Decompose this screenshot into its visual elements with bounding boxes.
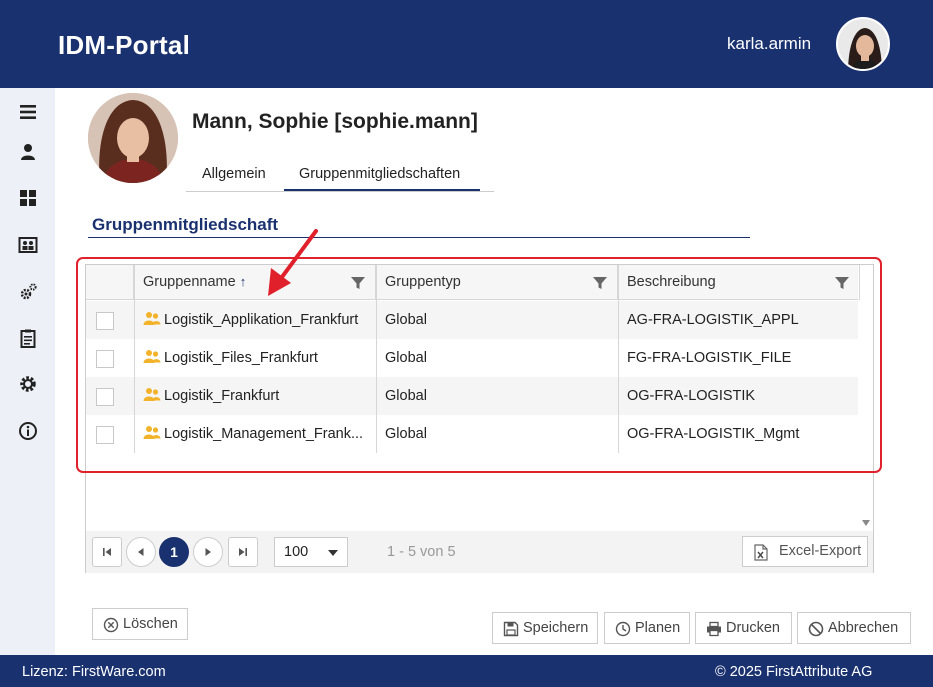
save-button[interactable]: Speichern bbox=[492, 612, 598, 644]
table-row[interactable]: Logistik_Applikation_Frankfurt Global AG… bbox=[86, 301, 858, 339]
info-icon[interactable] bbox=[16, 419, 40, 443]
excel-export-label: Excel-Export bbox=[779, 543, 862, 559]
table-row[interactable]: Logistik_Files_Frankfurt Global FG-FRA-L… bbox=[86, 339, 858, 377]
group-icon bbox=[143, 388, 161, 401]
sidebar bbox=[0, 88, 55, 655]
user-icon[interactable] bbox=[16, 140, 40, 164]
group-icon bbox=[143, 426, 161, 439]
profile-tabs: Allgemein Gruppenmitgliedschaften bbox=[186, 158, 494, 192]
pager: 1 100 1 - 5 von 5 Excel-Export bbox=[86, 531, 873, 573]
cancel-icon bbox=[808, 621, 824, 637]
menu-icon[interactable] bbox=[16, 100, 40, 124]
row-checkbox[interactable] bbox=[96, 388, 114, 406]
user-avatar[interactable] bbox=[836, 17, 890, 71]
section-title: Gruppenmitgliedschaft bbox=[92, 215, 279, 234]
cell-gruppenname: Logistik_Management_Frank... bbox=[164, 426, 364, 442]
sort-ascending-icon[interactable]: ↑ bbox=[240, 274, 247, 289]
section-divider bbox=[88, 237, 750, 238]
delete-label: Löschen bbox=[123, 616, 178, 632]
cell-gruppenname: Logistik_Applikation_Frankfurt bbox=[164, 312, 359, 328]
row-checkbox[interactable] bbox=[96, 350, 114, 368]
table-row[interactable]: Logistik_Frankfurt Global OG-FRA-LOGISTI… bbox=[86, 377, 858, 415]
header-select-column bbox=[86, 265, 134, 300]
next-page-button[interactable] bbox=[193, 537, 223, 567]
plan-button[interactable]: Planen bbox=[604, 612, 690, 644]
first-page-icon bbox=[103, 548, 111, 556]
filter-icon[interactable] bbox=[592, 275, 608, 291]
print-icon bbox=[707, 621, 721, 637]
cancel-label: Abbrechen bbox=[828, 620, 899, 636]
group-icon bbox=[143, 350, 161, 363]
cell-beschreibung: FG-FRA-LOGISTIK_FILE bbox=[627, 350, 792, 366]
column-divider bbox=[376, 265, 377, 453]
last-page-icon bbox=[239, 548, 247, 556]
column-label-gruppentyp[interactable]: Gruppentyp bbox=[385, 274, 461, 290]
print-button[interactable]: Drucken bbox=[695, 612, 792, 644]
clock-icon bbox=[615, 621, 631, 637]
person-name: Mann, Sophie [sophie.mann] bbox=[192, 110, 478, 133]
column-divider bbox=[618, 265, 619, 453]
top-header: IDM-Portal karla.armin bbox=[0, 0, 933, 88]
print-label: Drucken bbox=[726, 620, 780, 636]
next-page-icon bbox=[205, 548, 211, 556]
column-divider bbox=[134, 265, 135, 453]
column-label-beschreibung[interactable]: Beschreibung bbox=[627, 274, 716, 290]
cell-gruppenname: Logistik_Files_Frankfurt bbox=[164, 350, 318, 366]
previous-page-icon bbox=[138, 548, 144, 556]
column-label-gruppenname[interactable]: Gruppenname bbox=[143, 274, 236, 290]
excel-export-button[interactable]: Excel-Export bbox=[742, 536, 868, 567]
page-number-button[interactable]: 1 bbox=[159, 537, 189, 567]
delete-button[interactable]: Löschen bbox=[92, 608, 188, 640]
previous-page-button[interactable] bbox=[126, 537, 156, 567]
column-header-gruppenname[interactable]: Gruppenname ↑ bbox=[134, 265, 376, 300]
cancel-button[interactable]: Abbrechen bbox=[797, 612, 911, 644]
column-header-gruppentyp[interactable]: Gruppentyp bbox=[376, 265, 618, 300]
cell-gruppentyp: Global bbox=[385, 388, 427, 404]
filter-icon[interactable] bbox=[350, 275, 366, 291]
remove-icon bbox=[103, 617, 119, 633]
filter-icon[interactable] bbox=[834, 275, 850, 291]
page-info: 1 - 5 von 5 bbox=[387, 544, 456, 560]
cell-beschreibung: AG-FRA-LOGISTIK_APPL bbox=[627, 312, 799, 328]
copyright-text: © 2025 FirstAttribute AG bbox=[715, 664, 873, 680]
footer: Lizenz: FirstWare.com © 2025 FirstAttrib… bbox=[0, 655, 933, 687]
clipboard-icon[interactable] bbox=[16, 326, 40, 350]
license-text[interactable]: Lizenz: FirstWare.com bbox=[22, 664, 166, 680]
cell-beschreibung: OG-FRA-LOGISTIK_Mgmt bbox=[627, 426, 800, 442]
first-page-button[interactable] bbox=[92, 537, 122, 567]
save-label: Speichern bbox=[523, 620, 589, 636]
settings-gears-icon[interactable] bbox=[16, 280, 40, 304]
page-size-value: 100 bbox=[284, 544, 309, 560]
grid-header: Gruppenname ↑ Gruppentyp Beschreibung bbox=[86, 265, 860, 300]
last-page-button[interactable] bbox=[228, 537, 258, 567]
app-title: IDM-Portal bbox=[58, 30, 190, 60]
scroll-down-icon[interactable] bbox=[861, 518, 871, 528]
dashboard-icon[interactable] bbox=[16, 186, 40, 210]
tab-allgemein[interactable]: Allgemein bbox=[202, 158, 272, 191]
cell-gruppentyp: Global bbox=[385, 426, 427, 442]
cell-gruppenname: Logistik_Frankfurt bbox=[164, 388, 280, 404]
cell-gruppentyp: Global bbox=[385, 312, 427, 328]
row-checkbox[interactable] bbox=[96, 426, 114, 444]
cell-gruppentyp: Global bbox=[385, 350, 427, 366]
group-icon bbox=[143, 312, 161, 325]
page-size-select[interactable]: 100 bbox=[274, 537, 348, 567]
group-membership-grid: Gruppenname ↑ Gruppentyp Beschreibung Log… bbox=[85, 264, 874, 573]
cell-beschreibung: OG-FRA-LOGISTIK bbox=[627, 388, 756, 404]
table-row[interactable]: Logistik_Management_Frank... Global OG-F… bbox=[86, 415, 858, 453]
plan-label: Planen bbox=[635, 620, 681, 636]
gear-icon[interactable] bbox=[16, 372, 40, 396]
excel-file-icon bbox=[754, 544, 768, 561]
save-icon bbox=[503, 621, 519, 637]
row-checkbox[interactable] bbox=[96, 312, 114, 330]
username[interactable]: karla.armin bbox=[727, 34, 811, 54]
tab-gruppenmitgliedschaften[interactable]: Gruppenmitgliedschaften bbox=[284, 158, 480, 191]
column-header-beschreibung[interactable]: Beschreibung bbox=[618, 265, 860, 300]
profile-photo bbox=[88, 93, 178, 183]
chevron-down-icon bbox=[328, 550, 338, 556]
contacts-icon[interactable] bbox=[16, 233, 40, 257]
